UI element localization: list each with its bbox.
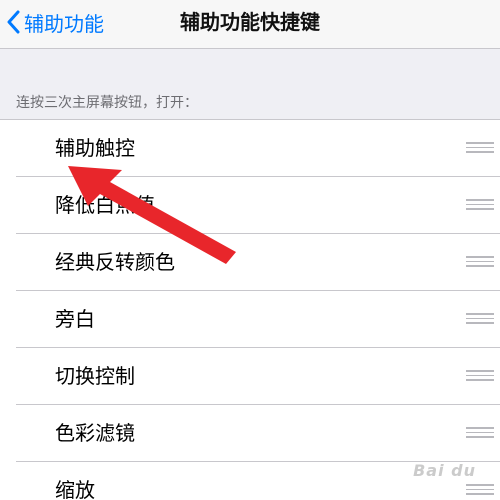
list-item-voiceover[interactable]: 旁白 bbox=[0, 291, 500, 348]
list-item-label: 旁白 bbox=[55, 307, 95, 331]
list-item-label: 色彩滤镜 bbox=[55, 421, 135, 445]
reorder-handle-icon[interactable] bbox=[466, 142, 494, 154]
list-item-classic-invert[interactable]: 经典反转颜色 bbox=[0, 234, 500, 291]
list-item-assistive-touch[interactable]: 辅助触控 bbox=[0, 120, 500, 177]
section-header: 连按三次主屏幕按钮，打开： bbox=[16, 95, 198, 111]
reorder-handle-icon[interactable] bbox=[466, 370, 494, 382]
list-item-color-filters[interactable]: 色彩滤镜 bbox=[0, 405, 500, 462]
list-item-switch-control[interactable]: 切换控制 bbox=[0, 348, 500, 405]
list-item-label: 经典反转颜色 bbox=[55, 250, 175, 274]
list-item-reduce-white-point[interactable]: 降低白点值 bbox=[0, 177, 500, 234]
reorder-handle-icon[interactable] bbox=[466, 427, 494, 439]
shortcut-list: 辅助触控 降低白点值 经典反转颜色 旁白 切换控制 色彩滤镜 缩放 bbox=[0, 119, 500, 500]
list-item-label: 辅助触控 bbox=[55, 136, 135, 160]
list-item-label: 切换控制 bbox=[55, 364, 135, 388]
reorder-handle-icon[interactable] bbox=[466, 484, 494, 496]
screen: 辅助功能 辅助功能快捷键 连按三次主屏幕按钮，打开： 辅助触控 降低白点值 经典… bbox=[0, 0, 500, 500]
reorder-handle-icon[interactable] bbox=[466, 313, 494, 325]
reorder-handle-icon[interactable] bbox=[466, 199, 494, 211]
watermark: Bai du bbox=[413, 461, 476, 480]
navigation-bar: 辅助功能 辅助功能快捷键 bbox=[0, 0, 500, 49]
list-item-label: 缩放 bbox=[55, 478, 95, 500]
reorder-handle-icon[interactable] bbox=[466, 256, 494, 268]
page-title: 辅助功能快捷键 bbox=[180, 10, 320, 34]
list-item-label: 降低白点值 bbox=[55, 193, 155, 217]
